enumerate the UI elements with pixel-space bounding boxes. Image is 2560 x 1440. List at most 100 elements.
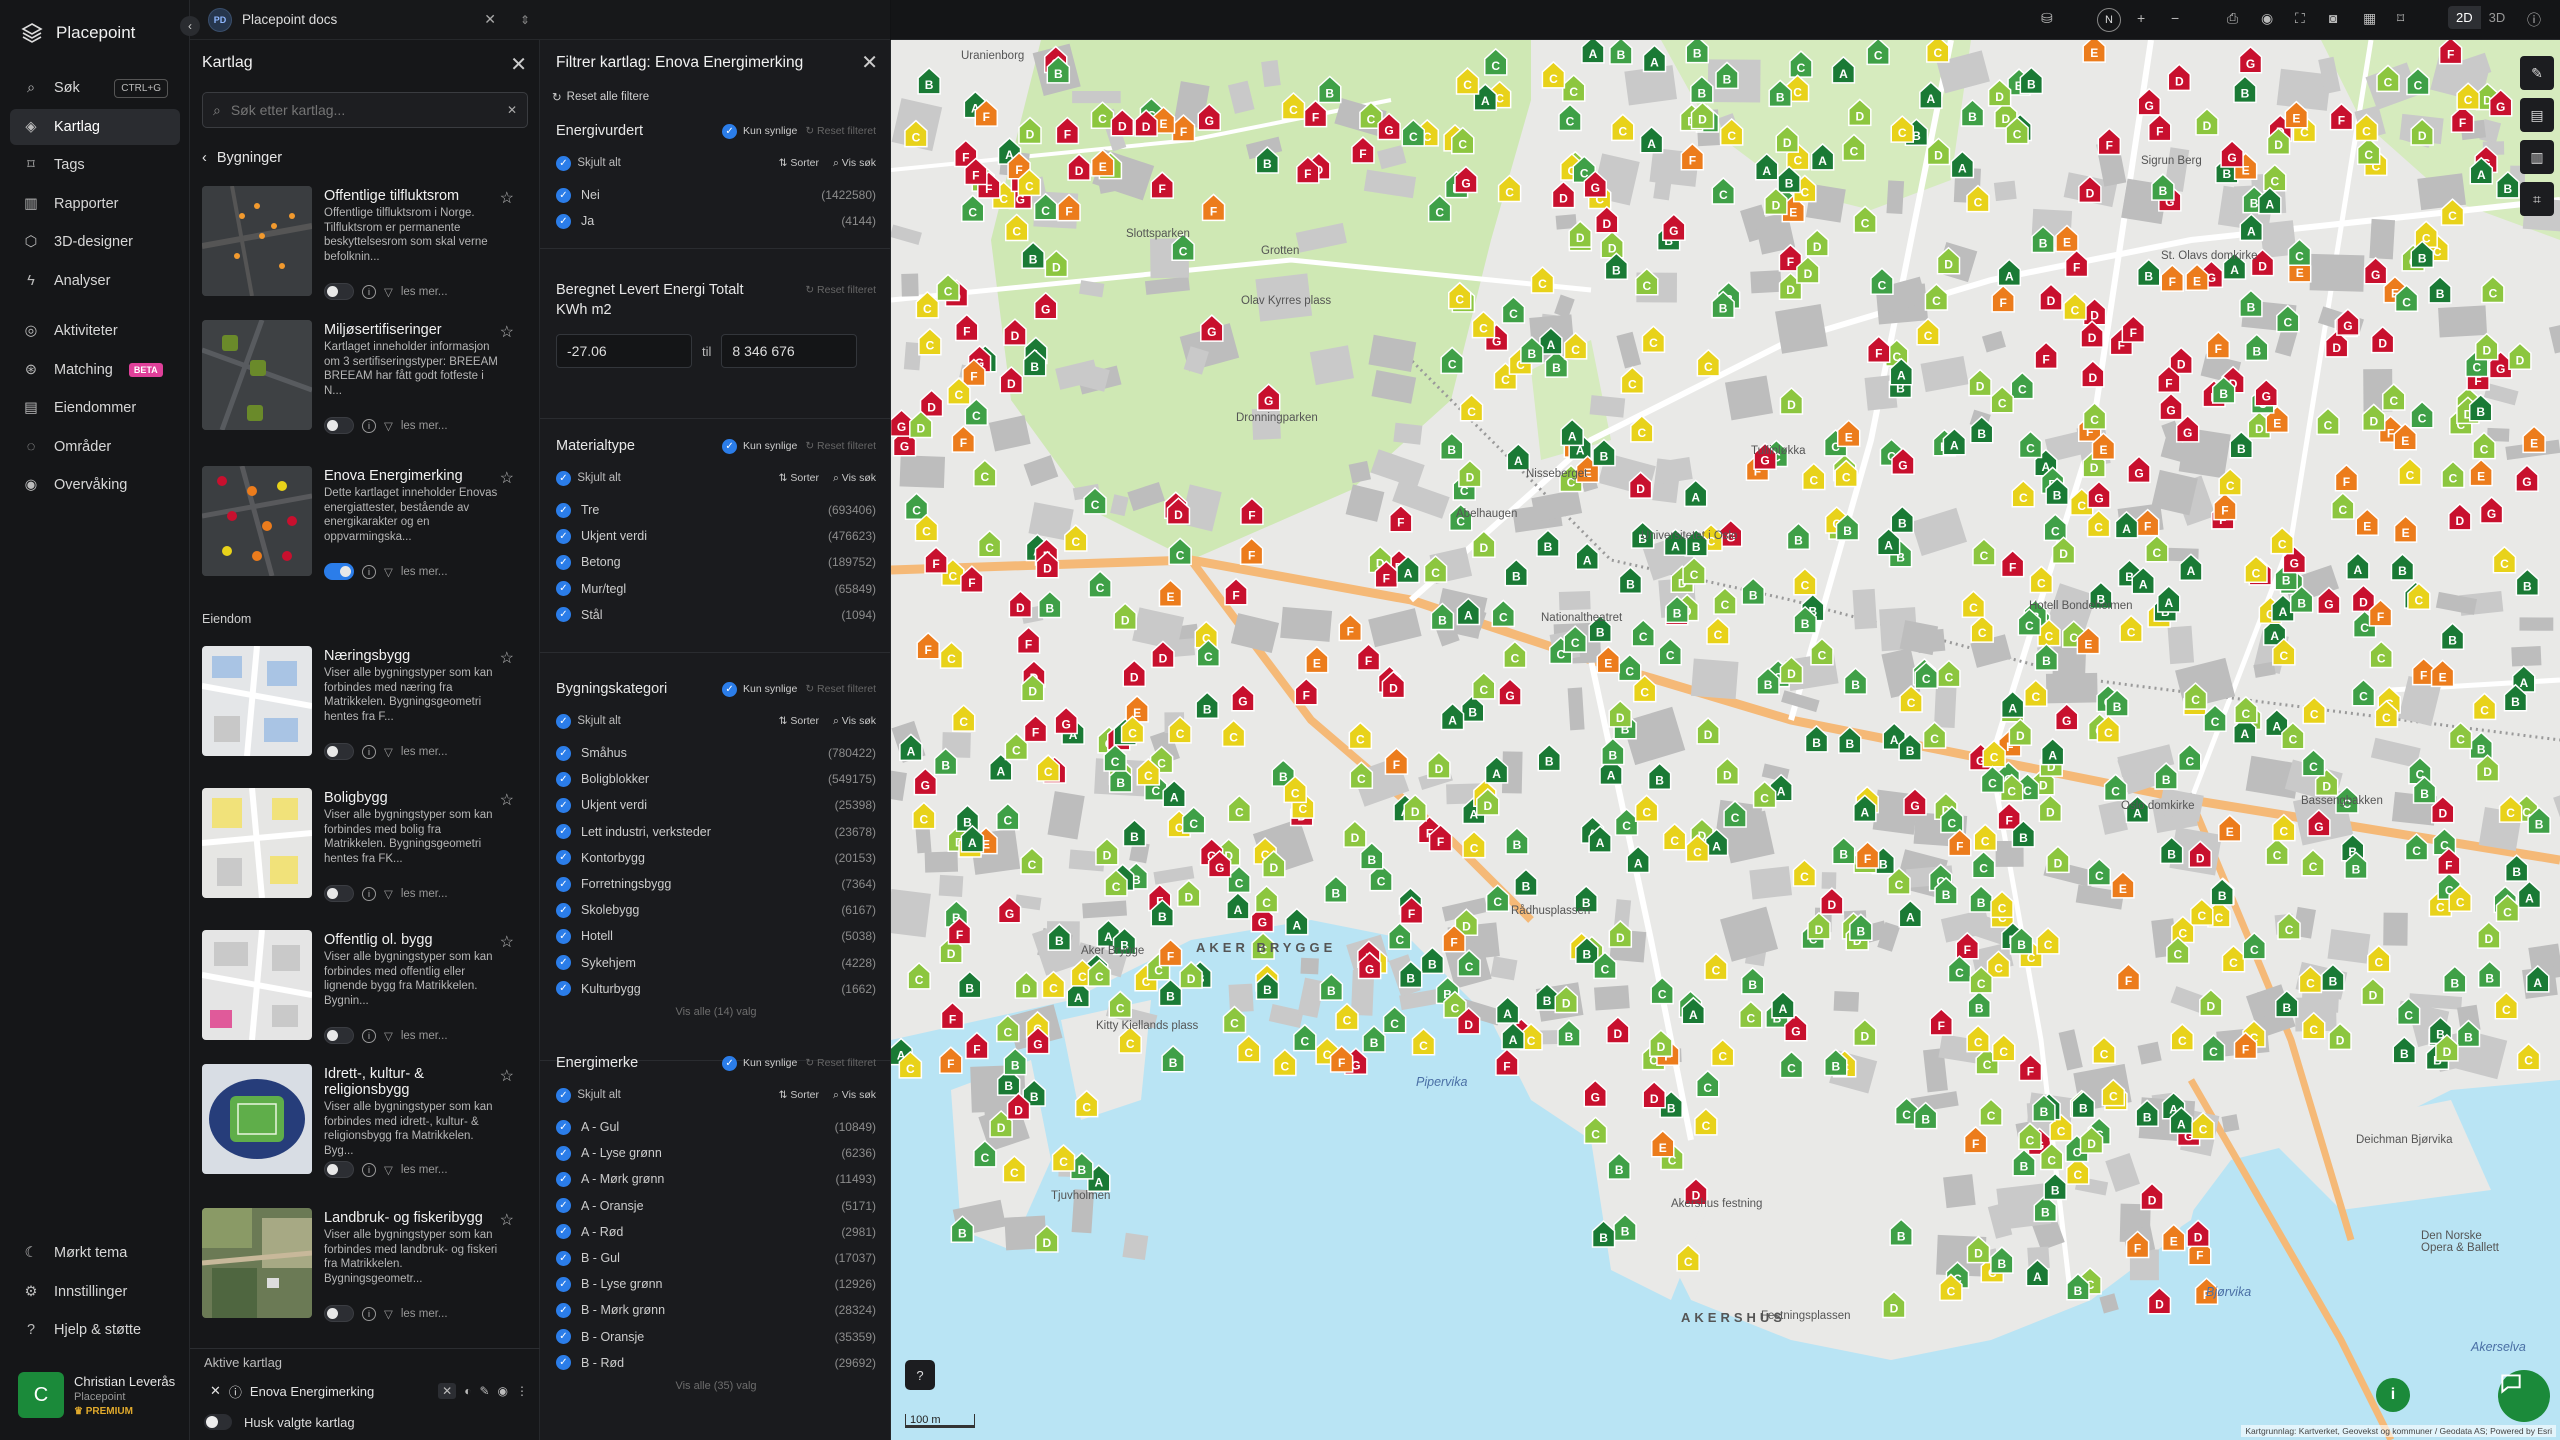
read-more-link[interactable]: les mer... — [401, 1030, 448, 1042]
nav-item-matching[interactable]: ⊛ Matching BETA — [10, 352, 180, 388]
read-more-link[interactable]: les mer... — [401, 746, 448, 758]
option-checkbox[interactable]: ✓ — [556, 1276, 571, 1292]
filter-option[interactable]: ✓ Ukjent verdi (476623) — [556, 523, 876, 549]
filter-icon[interactable]: ▽ — [384, 1163, 393, 1177]
mode-2d-button[interactable]: 2D — [2448, 6, 2481, 29]
map-help-button[interactable]: ? — [905, 1360, 935, 1390]
option-checkbox[interactable]: ✓ — [556, 1302, 571, 1318]
nav-item-innstillinger[interactable]: ⚙ Innstillinger — [10, 1274, 180, 1310]
option-checkbox[interactable]: ✓ — [556, 824, 571, 840]
filter-option[interactable]: ✓ Nei (1422580) — [556, 182, 876, 208]
sort-button[interactable]: ⇅ Sorter — [779, 157, 819, 170]
star-icon[interactable]: ☆ — [500, 932, 514, 952]
layer-toggle[interactable] — [324, 885, 354, 902]
show-all-options-link[interactable]: Vis alle (14) valg — [556, 1006, 876, 1018]
option-checkbox[interactable]: ✓ — [556, 607, 571, 623]
nav-item-områder[interactable]: ◌ Områder — [10, 429, 180, 465]
layer-thumbnail[interactable] — [202, 788, 312, 898]
energy-label-marker[interactable]: A — [1581, 40, 1605, 64]
option-checkbox[interactable]: ✓ — [556, 1355, 571, 1371]
nav-item-3d-designer[interactable]: ⬡ 3D-designer — [10, 224, 180, 260]
layer-card[interactable]: Offentlige tilfluktsrom Offentlige tilflu… — [202, 186, 528, 300]
filter-option[interactable]: ✓ Kontorbygg (20153) — [556, 845, 876, 871]
star-icon[interactable]: ☆ — [500, 322, 514, 342]
option-checkbox[interactable]: ✓ — [556, 902, 571, 918]
read-more-link[interactable]: les mer... — [401, 286, 448, 298]
option-checkbox[interactable]: ✓ — [556, 554, 571, 570]
filter-icon[interactable]: ▽ — [384, 887, 393, 901]
style-icon[interactable]: ◐ — [464, 1384, 471, 1398]
filter-option[interactable]: ✓ Tre (693406) — [556, 497, 876, 523]
filter-option[interactable]: ✓ Skolebygg (6167) — [556, 897, 876, 923]
layer-toggle[interactable] — [324, 417, 354, 434]
filter-option[interactable]: ✓ Betong (189752) — [556, 549, 876, 575]
hide-all-checkbox[interactable]: ✓ — [556, 470, 571, 486]
reset-filter-button[interactable]: ↻ Reset filteret — [805, 683, 876, 695]
filter-option[interactable]: ✓ Hotell (5038) — [556, 923, 876, 949]
star-icon[interactable]: ☆ — [500, 648, 514, 668]
reset-filter-button[interactable]: ↻ Reset filteret — [805, 284, 876, 296]
map-canvas[interactable]: DFBBCGADFBDBGDACBCGDFFADCCCACCBBBDCCADCB… — [891, 40, 2560, 1440]
read-more-link[interactable]: les mer... — [401, 888, 448, 900]
filter-option[interactable]: ✓ Forretningsbygg (7364) — [556, 871, 876, 897]
filter-option[interactable]: ✓ B - Oransje (35359) — [556, 1324, 876, 1350]
energy-label-marker[interactable]: E — [2082, 40, 2106, 63]
option-checkbox[interactable]: ✓ — [556, 850, 571, 866]
filter-icon[interactable]: ▽ — [384, 745, 393, 759]
only-visible-toggle[interactable]: ✓ Kun synlige — [722, 123, 797, 139]
filter-option[interactable]: ✓ Kulturbygg (1662) — [556, 976, 876, 1002]
layer-card[interactable]: Offentlig ol. bygg Viser alle bygningstyp… — [202, 930, 528, 1044]
option-checkbox[interactable]: ✓ — [556, 1250, 571, 1266]
info-icon[interactable]: i — [362, 1306, 376, 1321]
option-checkbox[interactable]: ✓ — [556, 528, 571, 544]
layer-thumbnail[interactable] — [202, 320, 312, 430]
filter-icon[interactable]: ▽ — [384, 1307, 393, 1321]
layer-toggle[interactable] — [324, 743, 354, 760]
option-checkbox[interactable]: ✓ — [556, 955, 571, 971]
brand[interactable]: Placepoint — [20, 20, 135, 46]
filter-option[interactable]: ✓ Boligblokker (549175) — [556, 766, 876, 792]
reset-filter-button[interactable]: ↻ Reset filteret — [805, 125, 876, 137]
active-layer-item[interactable]: ✕ ⓘ Enova Energimerking ✕ ◐ ✎ ◉ ⋮ — [202, 1376, 528, 1406]
filter-option[interactable]: ✓ Stål (1094) — [556, 602, 876, 628]
clear-search-icon[interactable]: ✕ — [507, 103, 517, 117]
layer-toggle[interactable] — [324, 1027, 354, 1044]
energy-label-marker[interactable]: B — [1685, 40, 1709, 64]
fullscreen-icon[interactable]: ⛶ — [2295, 10, 2305, 27]
close-filter-icon[interactable]: ✕ — [861, 50, 878, 75]
option-checkbox[interactable]: ✓ — [556, 502, 571, 518]
layer-thumbnail[interactable] — [202, 930, 312, 1040]
layer-card[interactable]: Landbruk- og fiskeribygg Viser alle bygni… — [202, 1208, 528, 1322]
print-icon[interactable]: ⎙ — [2227, 10, 2238, 27]
tab-switch-icon[interactable]: ⇕ — [520, 13, 530, 27]
remove-icon[interactable]: ✕ — [438, 1383, 457, 1399]
star-icon[interactable]: ☆ — [500, 1210, 514, 1230]
filter-option[interactable]: ✓ A - Rød (2981) — [556, 1219, 876, 1245]
filter-option[interactable]: ✓ A - Oransje (5171) — [556, 1193, 876, 1219]
collapse-sidebar-button[interactable]: ‹ — [180, 16, 200, 36]
star-icon[interactable]: ☆ — [500, 188, 514, 208]
option-checkbox[interactable]: ✓ — [556, 1198, 571, 1214]
layer-toggle[interactable] — [324, 1305, 354, 1322]
nav-item-kartlag[interactable]: ◈ Kartlag — [10, 108, 180, 145]
star-icon[interactable]: ☆ — [500, 468, 514, 488]
range-min-input[interactable] — [556, 334, 692, 368]
only-visible-toggle[interactable]: ✓ Kun synlige — [722, 681, 797, 697]
star-icon[interactable]: ☆ — [500, 790, 514, 810]
filter-icon[interactable]: ▽ — [384, 419, 393, 433]
layer-thumbnail[interactable] — [202, 186, 312, 296]
nav-item-aktiviteter[interactable]: ◎ Aktiviteter — [10, 313, 180, 349]
hide-all-checkbox[interactable]: ✓ — [556, 713, 571, 729]
option-checkbox[interactable]: ✓ — [556, 1119, 571, 1135]
layer-card[interactable]: Enova Energimerking Dette kartlaget inneh… — [202, 466, 528, 580]
info-icon[interactable]: i — [362, 564, 376, 579]
option-checkbox[interactable]: ✓ — [556, 1145, 571, 1161]
show-search-button[interactable]: ⌕ Vis søk — [833, 715, 876, 728]
filter-option[interactable]: ✓ Sykehjem (4228) — [556, 950, 876, 976]
filter-option[interactable]: ✓ Ukjent verdi (25398) — [556, 792, 876, 818]
close-tab-icon[interactable]: ✕ — [484, 11, 496, 28]
info-icon[interactable]: ⓘ — [2527, 10, 2541, 30]
star-icon[interactable]: ☆ — [500, 1066, 514, 1086]
option-checkbox[interactable]: ✓ — [556, 928, 571, 944]
reset-filter-button[interactable]: ↻ Reset filteret — [805, 1057, 876, 1069]
